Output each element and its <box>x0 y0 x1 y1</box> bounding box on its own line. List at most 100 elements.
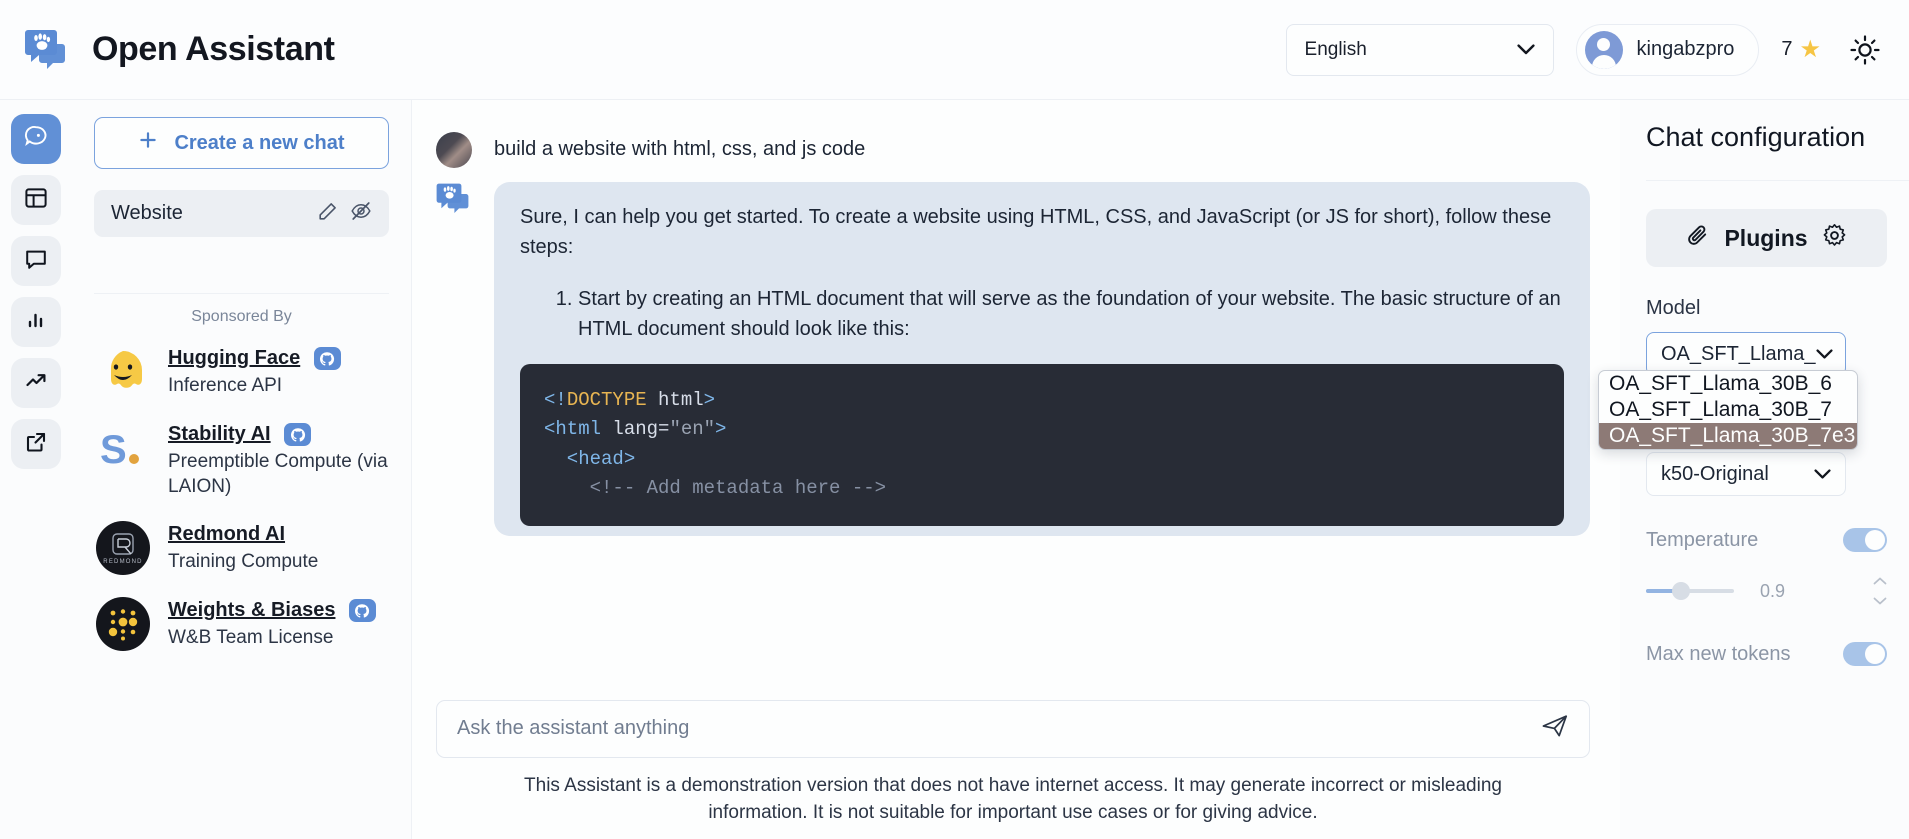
max-tokens-toggle[interactable] <box>1843 642 1887 666</box>
search-input[interactable] <box>457 717 1541 741</box>
chevron-down-icon[interactable] <box>1873 592 1887 610</box>
chevron-up-icon[interactable] <box>1873 572 1887 590</box>
chevron-down-icon <box>1516 44 1535 55</box>
sidebar-item-chat[interactable] <box>11 114 61 164</box>
language-value: English <box>1304 38 1367 60</box>
temperature-toggle[interactable] <box>1843 528 1887 552</box>
code-token: <! <box>544 389 567 411</box>
score-value: 7 <box>1781 38 1793 60</box>
model-value: OA_SFT_Llama_ <box>1661 342 1816 365</box>
code-token: "en" <box>669 418 716 441</box>
redmond-ai-logo-icon: REDMOND <box>96 521 150 576</box>
max-tokens-label: Max new tokens <box>1646 643 1791 665</box>
brand: Open Assistant <box>24 28 335 72</box>
chevron-down-icon <box>1814 469 1831 479</box>
sponsor-subtitle: W&B Team License <box>168 627 334 649</box>
paperclip-icon <box>1686 223 1710 253</box>
sponsor-name[interactable]: Hugging Face <box>168 347 300 370</box>
code-token: DOCTYPE <box>566 389 647 411</box>
temperature-row: Temperature <box>1646 526 1887 555</box>
external-link-icon <box>24 430 48 459</box>
user-message-text: build a website with html, css, and js c… <box>494 138 866 160</box>
chat-item-actions <box>317 200 372 227</box>
assistant-steps-list: Start by creating an HTML document that … <box>520 284 1564 344</box>
list-item[interactable]: Website <box>94 190 389 237</box>
temperature-slider-row: 0.9 <box>1646 572 1887 610</box>
dropdown-option[interactable]: OA_SFT_Llama_30B_7 <box>1599 397 1857 423</box>
sponsor-name[interactable]: Redmond AI <box>168 523 285 546</box>
preset-value: k50-Original <box>1661 462 1769 485</box>
app-body: Create a new chat Website Sponsored By H… <box>0 100 1909 839</box>
user-menu-button[interactable]: kingabzpro <box>1575 23 1760 76</box>
create-new-chat-button[interactable]: Create a new chat <box>94 117 389 169</box>
dropdown-option-selected[interactable]: OA_SFT_Llama_30B_7e3 <box>1599 423 1857 449</box>
temperature-slider[interactable] <box>1646 582 1734 600</box>
composer[interactable] <box>436 699 1590 758</box>
chevron-down-icon <box>1815 349 1833 359</box>
quantity-stepper[interactable] <box>1873 572 1887 610</box>
code-token: <html <box>544 418 602 441</box>
dropdown-option[interactable]: OA_SFT_Llama_30B_6 <box>1599 371 1857 397</box>
create-new-chat-label: Create a new chat <box>174 131 345 154</box>
code-token: > <box>715 418 727 441</box>
stability-ai-logo-icon: S <box>96 421 150 475</box>
list-item[interactable]: Weights & Biases W&B Team License <box>94 586 389 662</box>
pencil-icon[interactable] <box>317 201 338 227</box>
divider <box>1646 180 1909 181</box>
chat-item-title: Website <box>111 202 183 224</box>
max-tokens-row: Max new tokens <box>1646 640 1887 669</box>
temperature-value: 0.9 <box>1760 580 1786 601</box>
assistant-intro-text: Sure, I can help you get started. To cre… <box>520 206 1552 258</box>
paw-chat-logo-icon <box>24 28 70 72</box>
weights-and-biases-logo-icon <box>96 597 150 652</box>
sidebar-item-messages[interactable] <box>11 236 61 286</box>
sponsor-name[interactable]: Weights & Biases <box>168 599 335 622</box>
github-icon[interactable] <box>284 423 312 446</box>
dashboard-layout-icon <box>24 186 48 215</box>
composer-area: This Assistant is a demonstration versio… <box>412 699 1620 839</box>
code-token: <!-- Add metadata here --> <box>544 477 887 500</box>
sponsor-subtitle: Preemptible Compute (via LAION) <box>168 451 388 498</box>
github-icon[interactable] <box>348 599 376 623</box>
user-name: kingabzpro <box>1636 38 1735 60</box>
code-token: > <box>703 389 716 411</box>
model-label: Model <box>1646 297 1701 319</box>
app-header: Open Assistant English kingabzpro 7 ★ <box>0 0 1909 100</box>
plugins-button[interactable]: Plugins <box>1646 209 1887 267</box>
sponsor-name[interactable]: Stability AI <box>168 423 271 446</box>
model-dropdown-list[interactable]: OA_SFT_Llama_30B_6 OA_SFT_Llama_30B_7 OA… <box>1598 370 1858 450</box>
chat-main: build a website with html, css, and js c… <box>412 100 1620 839</box>
list-item[interactable]: REDMOND Redmond AI Training Compute <box>94 510 389 586</box>
slider-knob[interactable] <box>1672 582 1690 600</box>
sponsor-text: Hugging Face Inference API <box>168 345 341 398</box>
github-icon[interactable] <box>313 347 341 370</box>
chat-bubble-dot-icon <box>23 124 49 155</box>
header-actions: English kingabzpro 7 ★ <box>1285 23 1881 76</box>
gear-icon[interactable] <box>1822 223 1847 254</box>
list-item[interactable]: S Stability AI Preemptible Compute (via … <box>94 410 389 510</box>
sidebar-item-dashboard[interactable] <box>11 175 61 225</box>
assistant-bubble: Sure, I can help you get started. To cre… <box>494 182 1590 536</box>
sidebar-item-external[interactable] <box>11 419 61 469</box>
sidebar-item-leaderboard[interactable] <box>11 297 61 347</box>
language-select[interactable]: English <box>1285 23 1554 76</box>
assistant-message: Sure, I can help you get started. To cre… <box>412 168 1620 536</box>
sidebar-item-stats[interactable] <box>11 358 61 408</box>
sponsor-text: Weights & Biases W&B Team License <box>168 597 376 650</box>
code-block[interactable]: <!DOCTYPE html> <html lang="en"> <head> … <box>520 364 1564 526</box>
assistant-step-item: Start by creating an HTML document that … <box>578 284 1564 344</box>
bar-chart-icon <box>24 308 48 337</box>
plus-icon <box>138 130 158 156</box>
eye-off-icon[interactable] <box>350 200 372 227</box>
sun-icon[interactable] <box>1849 34 1881 66</box>
score-badge: 7 ★ <box>1781 35 1821 63</box>
list-item[interactable]: Hugging Face Inference API <box>94 334 389 410</box>
sponsor-text: Stability AI Preemptible Compute (via LA… <box>168 421 389 499</box>
user-photo-avatar <box>436 132 472 168</box>
code-token: lang= <box>601 418 670 441</box>
star-icon: ★ <box>1799 35 1821 63</box>
send-paper-plane-icon[interactable] <box>1541 713 1569 744</box>
sponsored-by-label: Sponsored By <box>191 308 292 325</box>
sponsor-text: Redmond AI Training Compute <box>168 521 318 574</box>
preset-select[interactable]: k50-Original <box>1646 452 1846 496</box>
